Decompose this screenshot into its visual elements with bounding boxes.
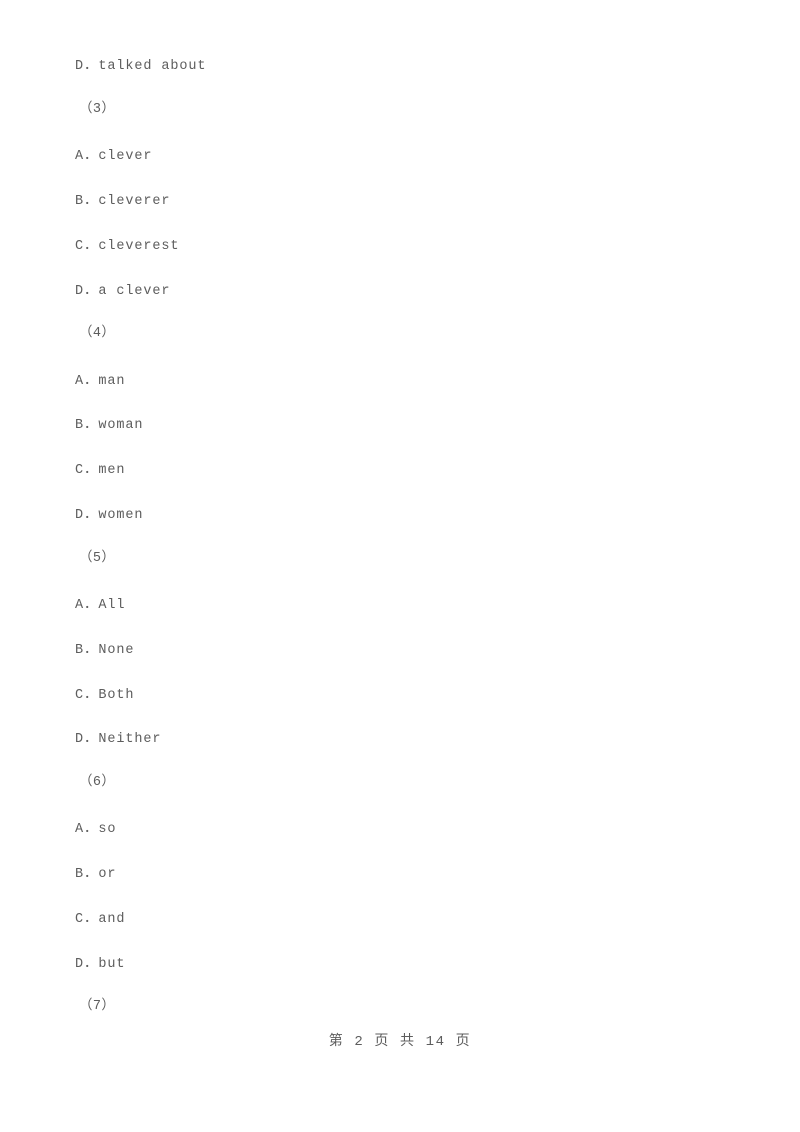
answer-option: D．women [75,508,144,523]
answer-option: A．man [75,374,126,389]
question-group-number: （7） [79,999,116,1014]
answer-option: A．All [75,598,126,613]
answer-option: B．or [75,867,117,882]
answer-option: D．talked about [75,59,207,74]
answer-option: C．Both [75,688,135,703]
answer-option: D．but [75,957,126,972]
answer-option: B．cleverer [75,194,171,209]
question-group-number: （5） [79,551,116,566]
document-page: D．talked about （3） A．clever B．cleverer C．cle… [0,0,800,1132]
answer-option: B．woman [75,418,144,433]
answer-option: C．men [75,463,126,478]
answer-option: A．so [75,822,117,837]
answer-option: B．None [75,643,135,658]
question-group-number: （6） [79,775,116,790]
answer-option: A．clever [75,149,153,164]
answer-option: D．Neither [75,732,162,747]
answer-option: C．and [75,912,126,927]
answer-option: D．a clever [75,284,171,299]
answer-option: C．cleverest [75,239,180,254]
question-group-number: （3） [79,102,116,117]
question-group-number: （4） [79,326,116,341]
page-footer: 第 2 页 共 14 页 [328,1034,472,1050]
